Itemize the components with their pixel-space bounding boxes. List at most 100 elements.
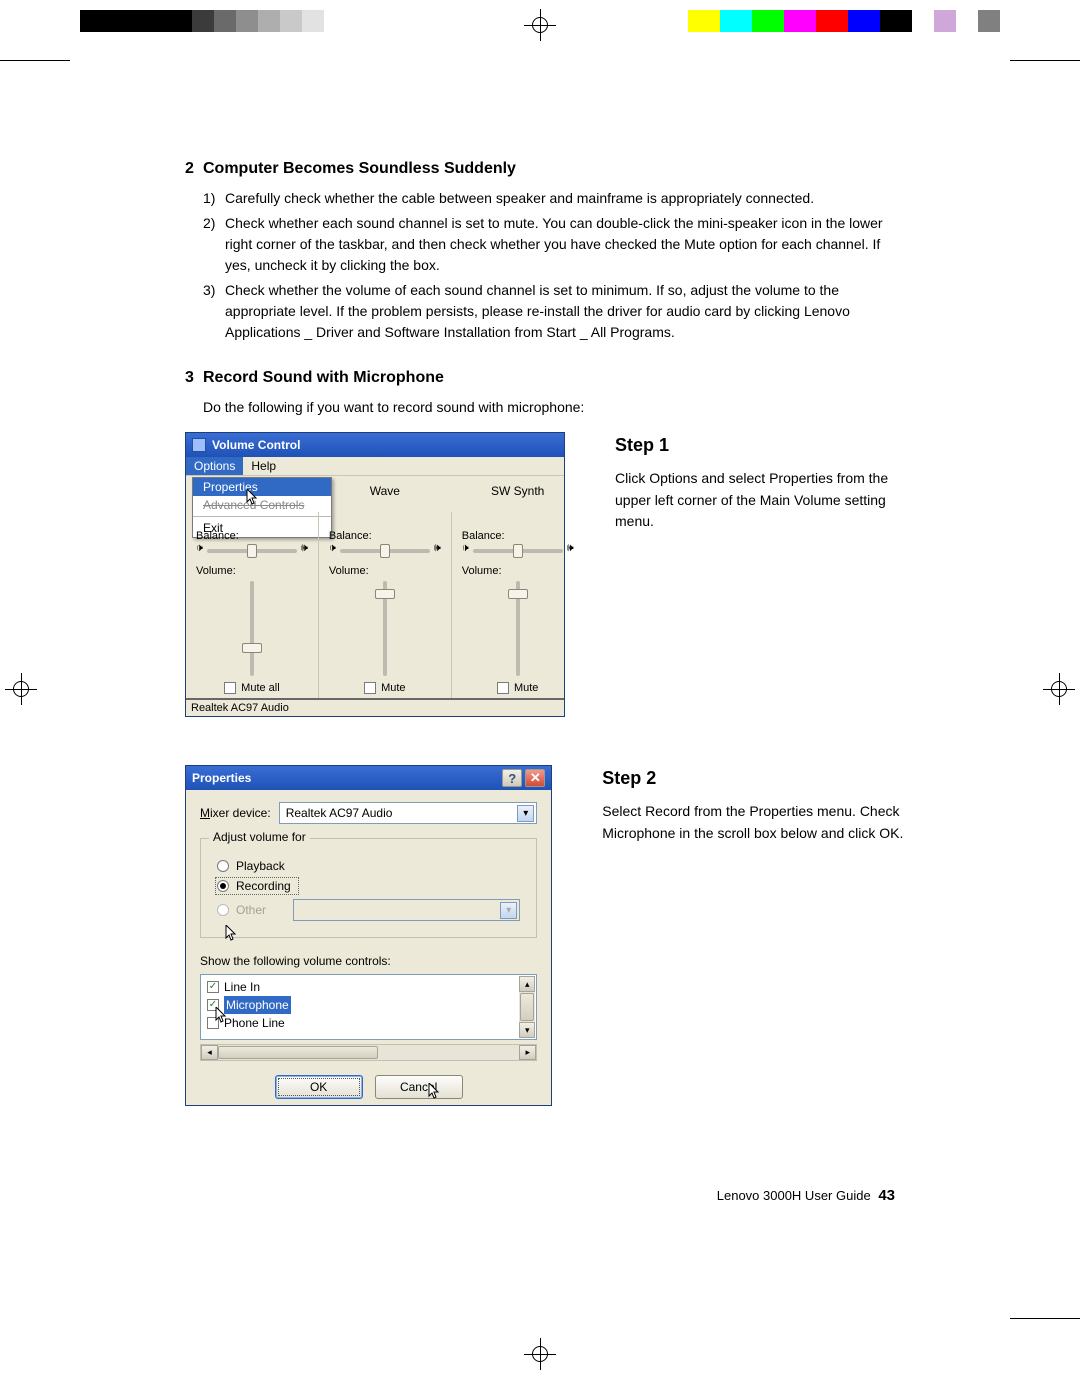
properties-dialog: Properties ? ✕ Mixer device: Realtek AC9… (185, 765, 552, 1106)
reg-swatch (236, 10, 258, 32)
chevron-down-icon[interactable]: ▾ (517, 805, 534, 822)
scroll-right-icon[interactable]: ▸ (519, 1045, 536, 1060)
reg-swatch (784, 10, 816, 32)
registration-mark-right (1046, 676, 1072, 702)
volume-label: Volume: (329, 565, 369, 577)
mixer-value: Realtek AC97 Audio (286, 806, 393, 820)
volume-slider[interactable] (373, 581, 397, 676)
list-num: 3) (203, 280, 225, 343)
scroll-up-icon[interactable]: ▴ (519, 976, 535, 992)
step-heading: Step 1 (615, 432, 905, 460)
speaker-left-icon: 🕩 (329, 542, 336, 555)
scroll-thumb[interactable] (218, 1046, 378, 1059)
statusbar: Realtek AC97 Audio (186, 698, 564, 716)
close-button[interactable]: ✕ (525, 769, 545, 787)
radio-icon (217, 880, 229, 892)
window-title: Properties (192, 771, 251, 785)
group-legend: Adjust volume for (209, 830, 310, 844)
horizontal-scrollbar[interactable]: ◂ ▸ (200, 1044, 537, 1061)
registration-mark-top (527, 12, 553, 38)
reg-swatch (848, 10, 880, 32)
section-number: 2 (185, 160, 203, 178)
crop-mark (0, 60, 70, 61)
reg-swatch (280, 10, 302, 32)
list-num: 2) (203, 213, 225, 276)
list-item: ✓Line In (207, 978, 516, 996)
reg-swatch (656, 10, 688, 32)
adjust-volume-group: Adjust volume for Playback Recording (200, 838, 537, 938)
radio-icon (217, 904, 229, 916)
scroll-down-icon[interactable]: ▾ (519, 1022, 535, 1038)
list-text: Carefully check whether the cable betwee… (225, 188, 814, 209)
volume-slider[interactable] (240, 581, 264, 676)
volume-slider[interactable] (506, 581, 530, 676)
reg-swatch (258, 10, 280, 32)
cursor-icon (428, 1083, 442, 1101)
balance-slider[interactable] (207, 549, 297, 553)
balance-label: Balance: (196, 530, 239, 542)
channel-sw-synth: SW Synth Balance: 🕩 🕪 Volume: Mute (452, 512, 584, 698)
checkbox-icon[interactable]: ✓ (207, 981, 219, 993)
mixer-device-combobox[interactable]: Realtek AC97 Audio ▾ (279, 802, 538, 824)
reg-swatch (136, 10, 192, 32)
section-title: Computer Becomes Soundless Suddenly (203, 160, 516, 178)
reg-swatch (816, 10, 848, 32)
list-num: 1) (203, 188, 225, 209)
speaker-right-icon: 🕪 (301, 542, 308, 555)
menubar[interactable]: Options Help (186, 457, 564, 475)
vertical-scrollbar[interactable]: ▴ ▾ (519, 976, 535, 1038)
show-controls-label: Show the following volume controls: (200, 954, 537, 968)
titlebar[interactable]: Properties ? ✕ (186, 766, 551, 790)
help-button[interactable]: ? (502, 769, 522, 787)
radio-other: Other ▾ (217, 899, 520, 921)
section-number: 3 (185, 369, 203, 387)
menu-help[interactable]: Help (243, 457, 284, 475)
reg-swatch (978, 10, 1000, 32)
balance-label: Balance: (462, 530, 505, 542)
radio-playback[interactable]: Playback (217, 859, 520, 873)
volume-label: Volume: (462, 565, 502, 577)
scroll-left-icon[interactable]: ◂ (201, 1045, 218, 1060)
reg-swatch (214, 10, 236, 32)
mute-checkbox[interactable]: Mute (497, 682, 538, 694)
mute-checkbox[interactable]: Mute (364, 682, 405, 694)
reg-swatch (302, 10, 324, 32)
mixer-label: Mixer device: (200, 806, 271, 820)
cancel-button[interactable]: Cancel (375, 1075, 463, 1099)
channel-name: SW Synth (491, 484, 544, 498)
ok-button[interactable]: OK (275, 1075, 363, 1099)
radio-icon (217, 860, 229, 872)
section-title: Record Sound with Microphone (203, 369, 444, 387)
speaker-left-icon: 🕩 (462, 542, 469, 555)
step-heading: Step 2 (602, 765, 905, 793)
page-footer: Lenovo 3000H User Guide 43 (717, 1187, 895, 1204)
list-item: Phone Line (207, 1014, 516, 1032)
balance-slider[interactable] (340, 549, 430, 553)
cursor-icon (246, 489, 260, 507)
reg-swatch (720, 10, 752, 32)
speaker-left-icon: 🕩 (196, 542, 203, 555)
reg-swatch (192, 10, 214, 32)
mute-all-checkbox[interactable]: Mute all (224, 682, 280, 694)
page-number: 43 (878, 1187, 895, 1204)
cursor-icon (215, 1007, 229, 1025)
reg-swatch (688, 10, 720, 32)
reg-swatch (752, 10, 784, 32)
chevron-down-icon: ▾ (500, 902, 517, 919)
menu-item-properties[interactable]: Properties (193, 478, 331, 496)
scroll-thumb[interactable] (520, 993, 534, 1021)
reg-swatch (956, 10, 978, 32)
reg-swatch (80, 10, 136, 32)
radio-recording[interactable]: Recording (217, 879, 297, 893)
reg-swatch (934, 10, 956, 32)
volume-controls-listbox[interactable]: ✓Line In ✓Microphone Phone Line ▴ ▾ (200, 974, 537, 1040)
channel-master: Balance: 🕩 🕪 Volume: Mute all (186, 512, 319, 698)
balance-slider[interactable] (473, 549, 563, 553)
titlebar[interactable]: Volume Control (186, 433, 564, 457)
step-body: Select Record from the Properties menu. … (602, 801, 905, 844)
volume-label: Volume: (196, 565, 236, 577)
menu-options[interactable]: Options (186, 457, 243, 475)
other-combobox: ▾ (293, 899, 520, 921)
ordered-list: 1)Carefully check whether the cable betw… (203, 188, 905, 343)
list-text: Check whether the volume of each sound c… (225, 280, 905, 343)
